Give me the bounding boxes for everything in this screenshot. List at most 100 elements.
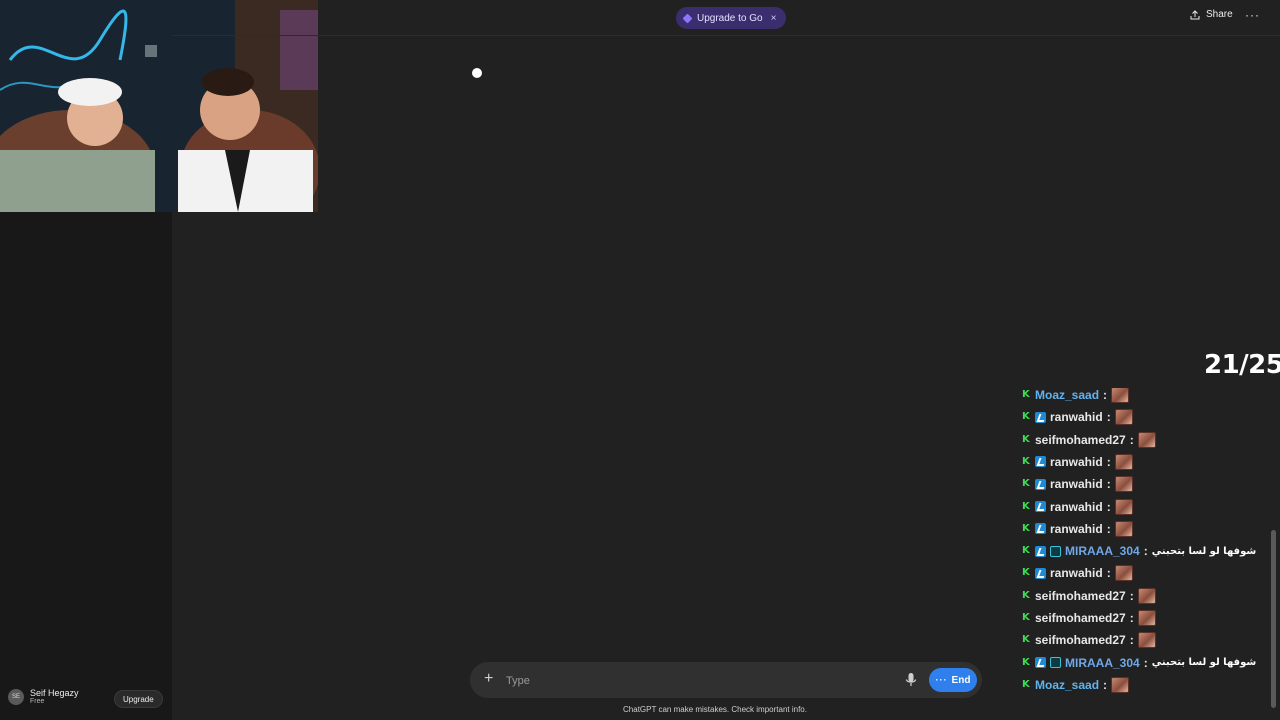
- chat-username[interactable]: Moaz_saad: [1035, 678, 1099, 692]
- chat-separator: :: [1106, 410, 1111, 425]
- chat-message: K Moaz_saad:: [1022, 388, 1130, 404]
- chat-separator: :: [1129, 633, 1134, 648]
- chat-separator: :: [1106, 477, 1111, 492]
- chat-separator: :: [1143, 655, 1148, 670]
- plus-icon[interactable]: +: [484, 670, 493, 688]
- subscriber-badge-icon: [1035, 567, 1046, 579]
- chat-message-text: شوفها لو لسا بتحبني: [1151, 657, 1257, 669]
- subscriber-badge-icon: [1035, 523, 1046, 535]
- kick-badge-icon: K: [1022, 433, 1030, 445]
- kick-badge-icon: K: [1022, 612, 1030, 623]
- chat-message: Kranwahid:: [1022, 408, 1133, 426]
- kick-badge-icon: K: [1022, 411, 1030, 423]
- kick-badge-icon: K: [1022, 500, 1030, 512]
- subscriber-badge-icon: [1035, 478, 1046, 490]
- chat-username[interactable]: seifmohamed27: [1035, 611, 1126, 625]
- user-name: Seif Hegazy: [30, 688, 79, 698]
- chat-separator: :: [1143, 544, 1148, 559]
- moderator-badge-icon: [1050, 545, 1061, 557]
- emote-icon: [1114, 565, 1133, 582]
- kick-badge-icon: K: [1022, 634, 1030, 646]
- emote-icon: [1137, 610, 1156, 626]
- diamond-icon: [682, 13, 693, 23]
- kick-badge-icon: K: [1022, 478, 1030, 490]
- emote-icon: [1114, 409, 1133, 426]
- share-label: Share: [1206, 9, 1233, 20]
- chat-message: Kseifmohamed27:: [1022, 431, 1156, 449]
- more-icon[interactable]: ···: [1245, 8, 1260, 22]
- chat-message: Kseifmohamed27:: [1022, 587, 1156, 605]
- emote-icon: [1111, 388, 1130, 403]
- overlay-counter: 21/25: [1204, 350, 1280, 380]
- chat-separator: :: [1106, 499, 1111, 514]
- emote-icon: [1137, 431, 1156, 448]
- chat-username[interactable]: ranwahid: [1050, 500, 1103, 514]
- chat-message: Kranwahid:: [1022, 564, 1133, 582]
- chat-username[interactable]: ranwahid: [1050, 455, 1103, 469]
- kick-badge-icon: K: [1022, 678, 1030, 690]
- subscriber-badge-icon: [1035, 411, 1046, 423]
- chat-username[interactable]: ranwahid: [1050, 566, 1103, 580]
- chat-username[interactable]: MIRAAA_304: [1065, 544, 1140, 558]
- user-plan: Free: [30, 698, 45, 705]
- end-voice-button[interactable]: ··· End: [929, 668, 977, 692]
- composer: + ··· End: [470, 662, 982, 698]
- emote-icon: [1114, 476, 1133, 493]
- waveform-icon: ···: [935, 675, 948, 685]
- upgrade-to-go-pill[interactable]: Upgrade to Go ×: [676, 7, 787, 29]
- chat-separator: :: [1129, 588, 1134, 603]
- chat-username[interactable]: seifmohamed27: [1035, 633, 1126, 647]
- user-profile[interactable]: SE Seif Hegazy Free: [8, 688, 79, 705]
- kick-badge-icon: K: [1022, 567, 1030, 579]
- kick-badge-icon: K: [1022, 389, 1030, 400]
- kick-badge-icon: K: [1022, 455, 1030, 467]
- kick-badge-icon: K: [1022, 589, 1030, 601]
- kick-badge-icon: K: [1022, 545, 1030, 557]
- chat-message: K Moaz_saad:: [1022, 676, 1130, 694]
- chat-message: K MIRAAA_304: شوفها لو لسا بتحبني: [1022, 654, 1256, 672]
- kick-badge-icon: K: [1022, 522, 1030, 534]
- chat-separator: :: [1106, 454, 1111, 469]
- chat-username[interactable]: ranwahid: [1050, 477, 1103, 491]
- emote-icon: [1111, 676, 1130, 693]
- chat-separator: :: [1129, 432, 1134, 447]
- chat-message-text: شوفها لو لسا بتحبني: [1151, 545, 1257, 557]
- disclaimer-text: ChatGPT can make mistakes. Check importa…: [623, 705, 807, 714]
- chat-message: Kranwahid:: [1022, 498, 1133, 516]
- chat-separator: :: [1106, 521, 1111, 536]
- share-button[interactable]: Share: [1190, 9, 1233, 20]
- chat-message: Kranwahid:: [1022, 453, 1133, 471]
- chat-username[interactable]: MIRAAA_304: [1065, 656, 1140, 670]
- end-button-label: End: [951, 674, 971, 686]
- emote-icon: [1137, 632, 1156, 649]
- chat-username[interactable]: seifmohamed27: [1035, 589, 1126, 603]
- chat-username[interactable]: seifmohamed27: [1035, 433, 1126, 447]
- avatar: SE: [8, 688, 24, 705]
- subscriber-badge-icon: [1035, 456, 1046, 468]
- chat-separator: :: [1106, 566, 1111, 581]
- voice-indicator-dot: [472, 68, 482, 78]
- chat-message: K MIRAAA_304: شوفها لو لسا بتحبني: [1022, 542, 1256, 560]
- chat-username[interactable]: ranwahid: [1050, 410, 1103, 424]
- chat-message: Kranwahid:: [1022, 475, 1133, 493]
- emote-icon: [1114, 520, 1133, 537]
- chat-message: Kseifmohamed27:: [1022, 609, 1156, 627]
- chat-username[interactable]: Moaz_saad: [1035, 388, 1099, 402]
- upgrade-pill-label: Upgrade to Go: [697, 12, 763, 24]
- chat-separator: :: [1103, 677, 1108, 692]
- mic-icon[interactable]: [904, 672, 918, 688]
- subscriber-badge-icon: [1035, 657, 1046, 669]
- chat-separator: :: [1129, 611, 1134, 625]
- message-input[interactable]: [504, 670, 888, 692]
- emote-icon: [1137, 587, 1156, 604]
- chat-username[interactable]: ranwahid: [1050, 522, 1103, 536]
- close-icon[interactable]: ×: [771, 13, 777, 24]
- chat-separator: :: [1103, 388, 1108, 402]
- scrollbar[interactable]: [1271, 530, 1276, 708]
- upload-icon: [1190, 9, 1200, 19]
- chat-message: Kseifmohamed27:: [1022, 631, 1156, 649]
- disclaimer: ChatGPT can make mistakes. Check importa…: [0, 705, 1280, 714]
- subscriber-badge-icon: [1035, 545, 1046, 557]
- upgrade-button[interactable]: Upgrade: [114, 690, 163, 708]
- moderator-badge-icon: [1050, 657, 1061, 669]
